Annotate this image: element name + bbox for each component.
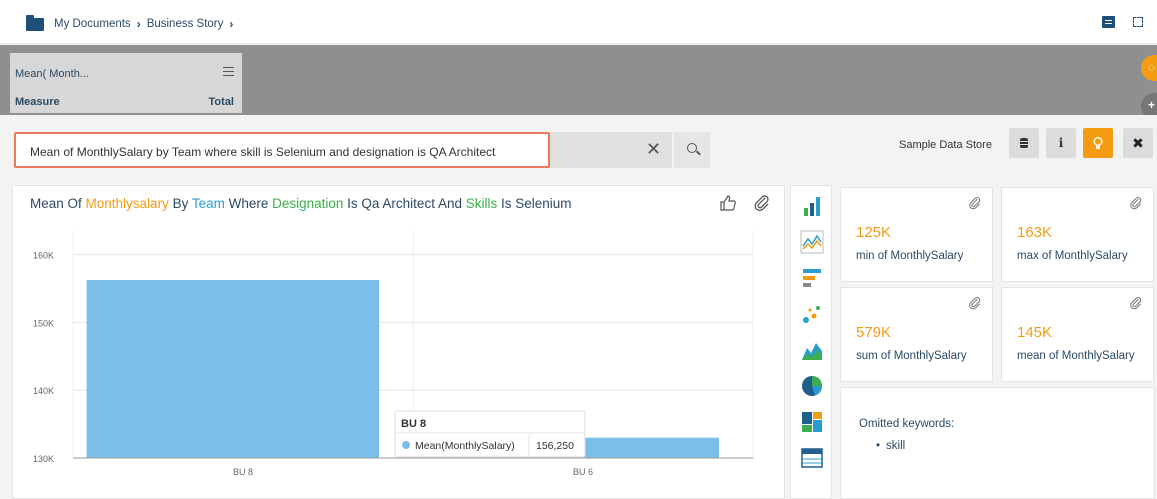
chart-card: 130K 140K 150K 160K BU 8 BU 6 BU 8 Mean(Monthly… (12, 185, 785, 499)
treemap-icon[interactable] (800, 410, 824, 434)
chevron-right-icon: › (229, 17, 234, 31)
horizontal-bar-icon[interactable] (800, 266, 824, 290)
y-tick-label: 150K (33, 318, 54, 328)
kpi-value: 579K (856, 324, 892, 341)
title-keyword-filter: Designation (272, 196, 344, 211)
info-icon: i (1058, 136, 1064, 150)
tooltip-value: 156,250 (536, 440, 574, 452)
close-icon: ✖ (1132, 134, 1144, 151)
measure-label: Measure (15, 96, 60, 108)
kpi-card-min[interactable]: 125K min of MonthlySalary (840, 187, 993, 282)
plus-icon: + (1148, 98, 1156, 112)
search-icon: ◌ (1148, 60, 1156, 74)
insights-button[interactable] (1083, 128, 1113, 158)
kpi-card-mean[interactable]: 145K mean of MonthlySalary (1001, 287, 1154, 382)
line-chart-icon[interactable] (800, 230, 824, 254)
search-row: Mean of MonthlySalary by Team where skil… (0, 115, 1157, 185)
tooltip-series-name: Mean(MonthlySalary) (415, 440, 515, 452)
search-button[interactable] (674, 132, 710, 168)
title-part: Where (224, 196, 273, 211)
search-icon (687, 143, 697, 153)
y-tick-label: 160K (33, 251, 54, 261)
title-part: By (168, 196, 192, 211)
title-keyword-filter: Skills (465, 196, 498, 211)
lightbulb-icon (1093, 136, 1103, 149)
omitted-keyword: skill (876, 440, 905, 452)
data-store-button[interactable] (1009, 128, 1039, 158)
scatter-chart-icon[interactable] (800, 302, 824, 326)
close-button[interactable]: ✖ (1123, 128, 1153, 158)
measure-band: Mean( Month... Measure Total ◌ + (0, 45, 1157, 119)
kpi-label: max of MonthlySalary (1017, 250, 1128, 262)
tooltip-category: BU 8 (401, 418, 426, 430)
search-input-extension[interactable]: ✕ (550, 132, 672, 168)
breadcrumb-my-documents[interactable]: My Documents (54, 18, 131, 30)
paperclip-icon[interactable] (968, 296, 982, 310)
tooltip-series-dot (402, 441, 410, 449)
side-search-button[interactable]: ◌ (1141, 55, 1157, 81)
paperclip-icon[interactable] (968, 196, 982, 210)
x-tick-label: BU 6 (573, 467, 593, 477)
kpi-value: 145K (1017, 324, 1053, 341)
paperclip-icon[interactable] (1129, 196, 1143, 210)
kpi-card-sum[interactable]: 579K sum of MonthlySalary (840, 287, 993, 382)
x-tick-label: BU 8 (233, 467, 253, 477)
info-button[interactable]: i (1046, 128, 1076, 158)
data-store-label: Sample Data Store (899, 139, 992, 151)
y-tick-label: 140K (33, 386, 54, 396)
hamburger-menu-icon[interactable] (223, 67, 234, 76)
close-icon[interactable]: ✕ (646, 139, 661, 159)
title-part: Is Qa Architect And (343, 196, 466, 211)
kpi-value: 163K (1017, 224, 1053, 241)
thumbs-up-icon[interactable] (719, 194, 737, 212)
breadcrumb: My Documents › Business Story › (26, 14, 234, 31)
fullscreen-icon[interactable] (1133, 17, 1143, 27)
folder-icon[interactable] (26, 14, 44, 31)
total-label: Total (208, 96, 234, 108)
title-part: Is Selenium (497, 196, 572, 211)
comment-icon[interactable] (1102, 16, 1115, 28)
title-keyword-measure: Monthlysalary (85, 196, 169, 211)
bar-bu-8 (86, 279, 379, 458)
chevron-right-icon: › (136, 17, 141, 31)
kpi-label: min of MonthlySalary (856, 250, 964, 262)
title-part: Mean Of (30, 196, 86, 211)
title-keyword-dimension: Team (191, 196, 225, 211)
kpi-value: 125K (856, 224, 892, 241)
paperclip-icon[interactable] (1129, 296, 1143, 310)
omitted-keywords-card: Omitted keywords: skill (840, 387, 1155, 499)
measure-card[interactable]: Mean( Month... Measure Total (10, 53, 242, 113)
breadcrumb-business-story[interactable]: Business Story (147, 18, 224, 30)
omitted-keywords-list: skill (876, 440, 905, 452)
table-view-icon[interactable] (800, 446, 824, 470)
chart-type-toolbar (790, 185, 832, 499)
pie-chart-icon[interactable] (800, 374, 824, 398)
bar-chart-icon[interactable] (800, 194, 824, 218)
omitted-keywords-title: Omitted keywords: (859, 418, 955, 430)
chart-title: Mean Of Monthlysalary By Team Where Desi… (30, 196, 572, 211)
kpi-label: sum of MonthlySalary (856, 350, 967, 362)
measure-card-title: Mean( Month... (15, 68, 89, 80)
search-query-text[interactable]: Mean of MonthlySalary by Team where skil… (30, 145, 495, 159)
measure-card-row: Measure Total (15, 96, 234, 108)
bar-chart: 130K 140K 150K 160K BU 8 BU 6 BU 8 Mean(Monthly… (33, 231, 754, 477)
kpi-card-max[interactable]: 163K max of MonthlySalary (1001, 187, 1154, 282)
area-chart-icon[interactable] (800, 338, 824, 362)
search-input[interactable]: Mean of MonthlySalary by Team where skil… (14, 132, 550, 168)
top-right-actions (1102, 16, 1143, 28)
paperclip-icon[interactable] (753, 194, 771, 212)
database-icon (1020, 138, 1028, 148)
y-tick-label: 130K (33, 454, 54, 464)
kpi-label: mean of MonthlySalary (1017, 350, 1135, 362)
top-bar: My Documents › Business Story › (0, 0, 1157, 44)
